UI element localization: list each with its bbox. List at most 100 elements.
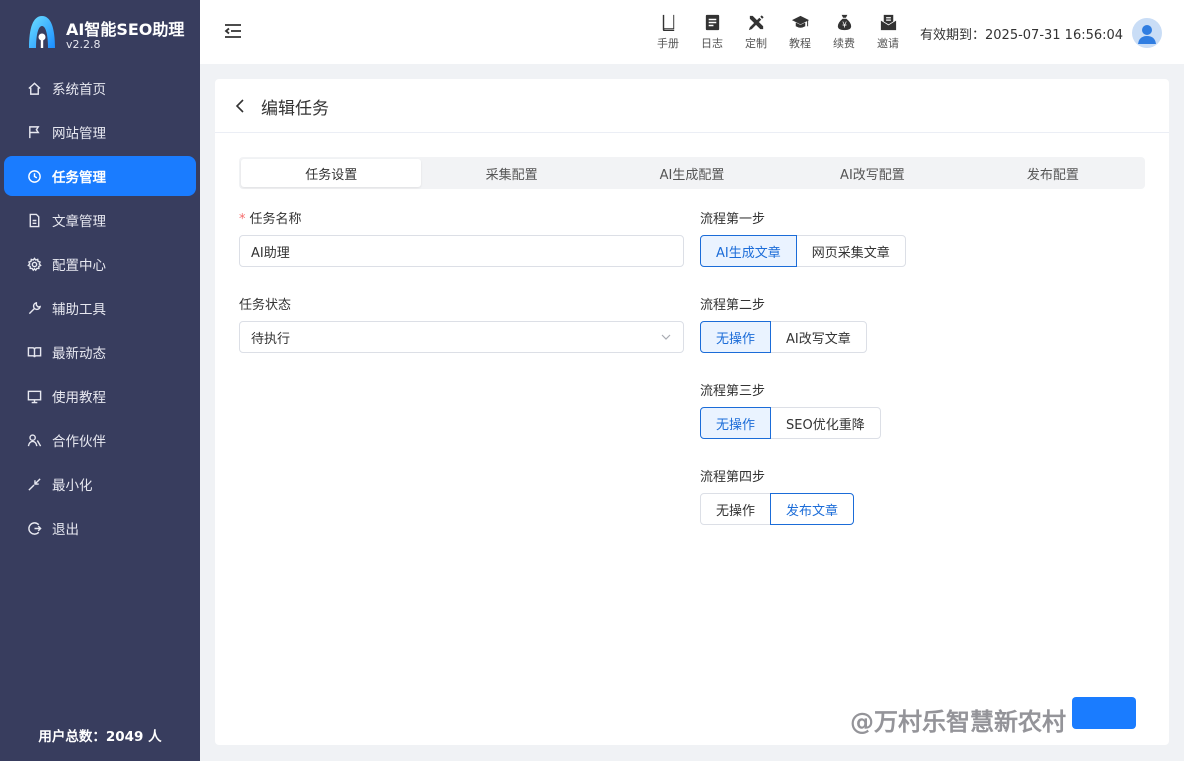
step3-option-none[interactable]: 无操作 [700, 407, 772, 439]
header-tools: 手册 日志 定制 教程 ¥ 续费 邀请 [646, 12, 910, 51]
tool-label: 教程 [789, 37, 811, 50]
sidebar-item-articles[interactable]: 文章管理 [4, 200, 196, 240]
app-version: v2.2.8 [66, 38, 101, 51]
sidebar-item-label: 配置中心 [52, 258, 106, 274]
money-bag-icon: ¥ [834, 12, 854, 32]
sidebar-item-news[interactable]: 最新动态 [4, 332, 196, 372]
step4-option-publish[interactable]: 发布文章 [770, 493, 855, 525]
sidebar-nav: 系统首页 网站管理 任务管理 文章管理 配置中心 辅助工具 最新动态 使用教程 [4, 68, 196, 552]
brand: AI智能SEO助理 v2.2.8 [22, 12, 192, 56]
tab-publish-config[interactable]: 发布配置 [963, 159, 1143, 187]
tab-ai-generate-config[interactable]: AI生成配置 [602, 159, 782, 187]
home-icon [26, 80, 42, 96]
tool-label: 手册 [657, 37, 679, 50]
sidebar-item-label: 退出 [52, 522, 79, 538]
header: 手册 日志 定制 教程 ¥ 续费 邀请 有效期到：2025-07-31 16:5… [200, 0, 1184, 64]
sidebar-item-tools[interactable]: 辅助工具 [4, 288, 196, 328]
menu-collapse-icon[interactable] [222, 20, 244, 42]
flag-icon [26, 124, 42, 140]
task-status-value: 待执行 [251, 331, 291, 347]
partner-icon [26, 432, 42, 448]
minimize-icon [26, 476, 42, 492]
tool-label: 日志 [701, 37, 723, 50]
sidebar-item-label: 网站管理 [52, 126, 106, 142]
step2-option-none[interactable]: 无操作 [700, 321, 772, 353]
manual-icon [658, 12, 678, 32]
step2-radio-group: 无操作 AI改写文章 [700, 321, 867, 353]
tool-label: 续费 [833, 37, 855, 50]
customize-button[interactable]: 定制 [734, 12, 778, 51]
tab-ai-rewrite-config[interactable]: AI改写配置 [782, 159, 962, 187]
expiry-date: 有效期到：2025-07-31 16:56:04 [920, 28, 1124, 43]
sidebar-item-home[interactable]: 系统首页 [4, 68, 196, 108]
svg-text:¥: ¥ [842, 20, 847, 29]
book-icon [26, 344, 42, 360]
step1-option-web-collect[interactable]: 网页采集文章 [795, 235, 906, 267]
submit-button[interactable] [1072, 697, 1136, 729]
card-header: 编辑任务 [215, 79, 1169, 133]
document-icon [26, 212, 42, 228]
sidebar-item-config[interactable]: 配置中心 [4, 244, 196, 284]
step1-label: 流程第一步 [700, 212, 766, 227]
task-name-input[interactable]: AI助理 [239, 235, 684, 267]
step4-radio-group: 无操作 发布文章 [700, 493, 855, 525]
back-icon[interactable] [231, 95, 249, 117]
tool-label: 邀请 [877, 37, 899, 50]
page-title: 编辑任务 [261, 99, 329, 119]
log-button[interactable]: 日志 [690, 12, 734, 51]
step2-label: 流程第二步 [700, 298, 766, 313]
customize-icon [746, 12, 766, 32]
sidebar-item-logout[interactable]: 退出 [4, 508, 196, 548]
sidebar-item-label: 最小化 [52, 478, 93, 494]
wrench-icon [26, 300, 42, 316]
sidebar-item-tasks[interactable]: 任务管理 [4, 156, 196, 196]
step1-option-ai-generate[interactable]: AI生成文章 [700, 235, 797, 267]
logout-icon [26, 520, 42, 536]
clock-icon [26, 168, 42, 184]
tutorial-button[interactable]: 教程 [778, 12, 822, 51]
step1-radio-group: AI生成文章 网页采集文章 [700, 235, 906, 267]
sidebar-item-label: 辅助工具 [52, 302, 106, 318]
step3-radio-group: 无操作 SEO优化重降 [700, 407, 881, 439]
step4-label: 流程第四步 [700, 470, 766, 485]
invite-icon [878, 12, 898, 32]
task-name-label: * 任务名称 [239, 208, 302, 227]
sidebar-item-label: 使用教程 [52, 390, 106, 406]
sidebar-item-label: 系统首页 [52, 82, 106, 98]
sidebar-item-minimize[interactable]: 最小化 [4, 464, 196, 504]
step2-option-ai-rewrite[interactable]: AI改写文章 [770, 321, 867, 353]
graduation-cap-icon [790, 12, 810, 32]
sidebar: AI智能SEO助理 v2.2.8 系统首页 网站管理 任务管理 文章管理 配置中… [0, 0, 200, 761]
sidebar-item-sites[interactable]: 网站管理 [4, 112, 196, 152]
task-status-label: 任务状态 [239, 298, 292, 313]
tool-label: 定制 [745, 37, 767, 50]
monitor-icon [26, 388, 42, 404]
sidebar-item-label: 文章管理 [52, 214, 106, 230]
sidebar-item-tutorial[interactable]: 使用教程 [4, 376, 196, 416]
renew-button[interactable]: ¥ 续费 [822, 12, 866, 51]
gear-icon [26, 256, 42, 272]
edit-task-card: 编辑任务 任务设置 采集配置 AI生成配置 AI改写配置 发布配置 * 任务名称 … [215, 79, 1169, 745]
chevron-down-icon [661, 334, 671, 340]
sidebar-item-label: 最新动态 [52, 346, 106, 362]
step4-option-none[interactable]: 无操作 [700, 493, 772, 525]
task-name-value: AI助理 [251, 245, 290, 261]
step3-label: 流程第三步 [700, 384, 766, 399]
step3-option-seo-optimize[interactable]: SEO优化重降 [770, 407, 881, 439]
log-icon [702, 12, 722, 32]
tab-collect-config[interactable]: 采集配置 [421, 159, 601, 187]
invite-button[interactable]: 邀请 [866, 12, 910, 51]
user-total: 用户总数：2049 人 [38, 729, 162, 745]
task-status-select[interactable]: 待执行 [239, 321, 684, 353]
avatar[interactable] [1132, 18, 1162, 48]
task-name-label-text: 任务名称 [249, 212, 302, 227]
sidebar-item-partners[interactable]: 合作伙伴 [4, 420, 196, 460]
manual-button[interactable]: 手册 [646, 12, 690, 51]
sidebar-item-label: 任务管理 [52, 170, 106, 186]
watermark: @万村乐智慧新农村 [850, 708, 1066, 736]
tab-task-settings[interactable]: 任务设置 [241, 159, 422, 187]
app-title: AI智能SEO助理 [66, 20, 185, 39]
sidebar-item-label: 合作伙伴 [52, 434, 106, 450]
required-asterisk: * [239, 212, 246, 227]
app-logo [29, 16, 55, 48]
